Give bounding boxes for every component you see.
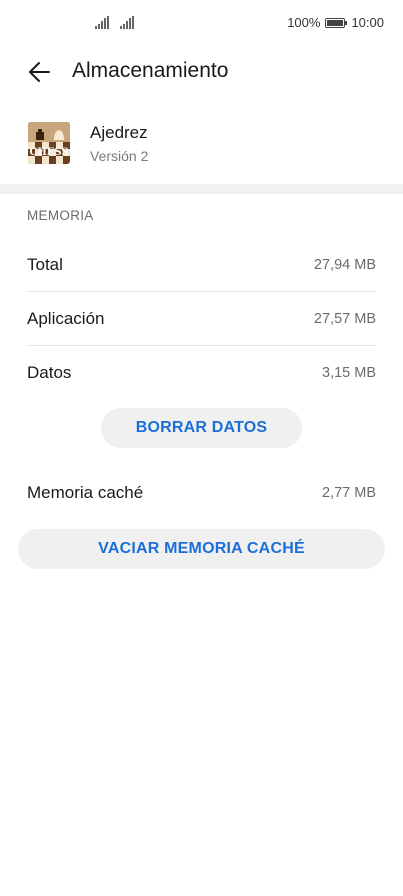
page-title: Almacenamiento [72, 59, 229, 82]
chess-app-icon: CHESS [28, 122, 70, 164]
clock: 10:00 [351, 15, 384, 30]
status-bar: 100% 10:00 [0, 0, 403, 46]
row-label: Aplicación [27, 308, 105, 328]
app-name: Ajedrez [90, 123, 148, 142]
row-label: Total [27, 254, 63, 274]
row-value: 3,15 MB [322, 365, 376, 381]
status-right: 100% 10:00 [287, 15, 384, 30]
arrow-left-icon [29, 62, 50, 82]
svg-text:CHESS: CHESS [29, 147, 68, 158]
clear-data-button[interactable]: BORRAR DATOS [101, 408, 302, 448]
app-info: CHESS Ajedrez Versión 2 [0, 118, 403, 174]
row-label: Datos [27, 363, 72, 382]
list-item-data: Datos 3,15 MB [27, 346, 376, 400]
signal-icon [95, 16, 109, 29]
row-value: 27,94 MB [313, 256, 376, 273]
row-value: 27,57 MB [313, 310, 376, 327]
battery-percent: 100% [287, 15, 321, 30]
list-item-cache: Memoria caché 2,77 MB [27, 466, 376, 520]
section-title: MEMORIA [27, 208, 94, 223]
section-divider [0, 184, 403, 194]
app-bar: Almacenamiento [0, 52, 403, 92]
battery-icon [325, 17, 348, 28]
clear-cache-button[interactable]: VACIAR MEMORIA CACHÉ [18, 529, 385, 569]
row-value: 2,77 MB [322, 485, 376, 501]
app-icon: CHESS [28, 122, 70, 164]
back-button[interactable] [24, 56, 56, 88]
list-item-application: Aplicación 27,57 MB [27, 292, 376, 346]
app-version: Versión 2 [90, 148, 149, 164]
list-item-total: Total 27,94 MB [27, 238, 376, 292]
signal-icon [120, 16, 134, 29]
row-label: Memoria caché [27, 483, 144, 502]
